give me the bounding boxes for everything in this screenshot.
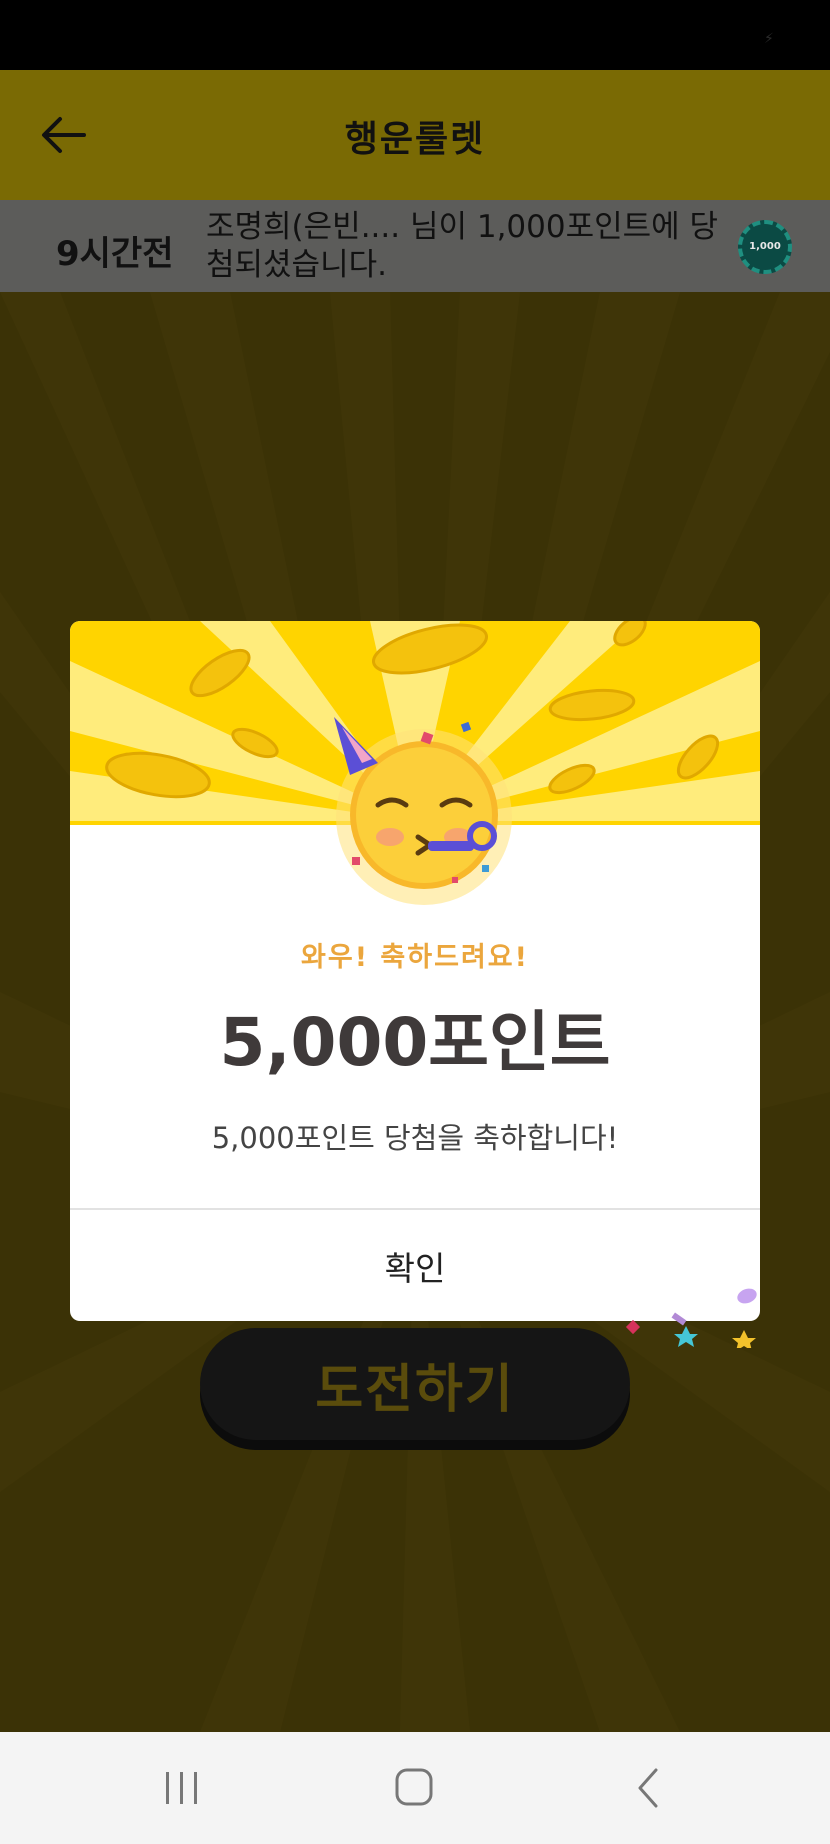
reward-description: 5,000포인트 당첨을 축하합니다!	[211, 1121, 619, 1155]
status-bar: ⚡	[0, 0, 830, 70]
challenge-label: 도전하기	[315, 1359, 515, 1420]
charging-icon: ⚡	[764, 31, 774, 47]
recent-apps-icon	[166, 1772, 197, 1804]
back-chevron-icon	[638, 1768, 658, 1808]
reward-dialog: 와우! 축하드려요! 5,000포인트 5,000포인트 당첨을 축하합니다! …	[70, 621, 760, 1321]
ticker-message: 조명희(은빈.... 님이 1,000포인트에 당첨되셨습니다.	[206, 209, 719, 283]
winner-ticker: 9시간전 조명희(은빈.... 님이 1,000포인트에 당첨되셨습니다. 1,…	[0, 200, 830, 292]
system-navigation-bar	[0, 1732, 830, 1844]
challenge-button[interactable]: 도전하기	[200, 1328, 630, 1440]
poker-chip-icon: 1,000	[738, 220, 792, 274]
ticker-time: 9시간전	[56, 234, 174, 274]
page-title: 행운룰렛	[344, 119, 486, 160]
app-screen: 행운룰렛 9시간전 조명희(은빈.... 님이 1,000포인트에 당첨되셨습니…	[0, 70, 830, 1732]
nav-back-button[interactable]	[622, 1760, 682, 1816]
home-icon	[395, 1768, 433, 1806]
chip-value: 1,000	[749, 241, 781, 252]
home-button[interactable]	[385, 1760, 445, 1816]
partying-face-icon	[334, 717, 512, 905]
congrats-subtitle: 와우! 축하드려요!	[301, 942, 529, 973]
confirm-label: 확인	[384, 1248, 446, 1288]
confetti-icon	[625, 1288, 757, 1348]
recent-apps-button[interactable]	[152, 1760, 212, 1816]
reward-points: 5,000포인트	[219, 1004, 611, 1081]
app-header: 행운룰렛	[0, 70, 830, 200]
